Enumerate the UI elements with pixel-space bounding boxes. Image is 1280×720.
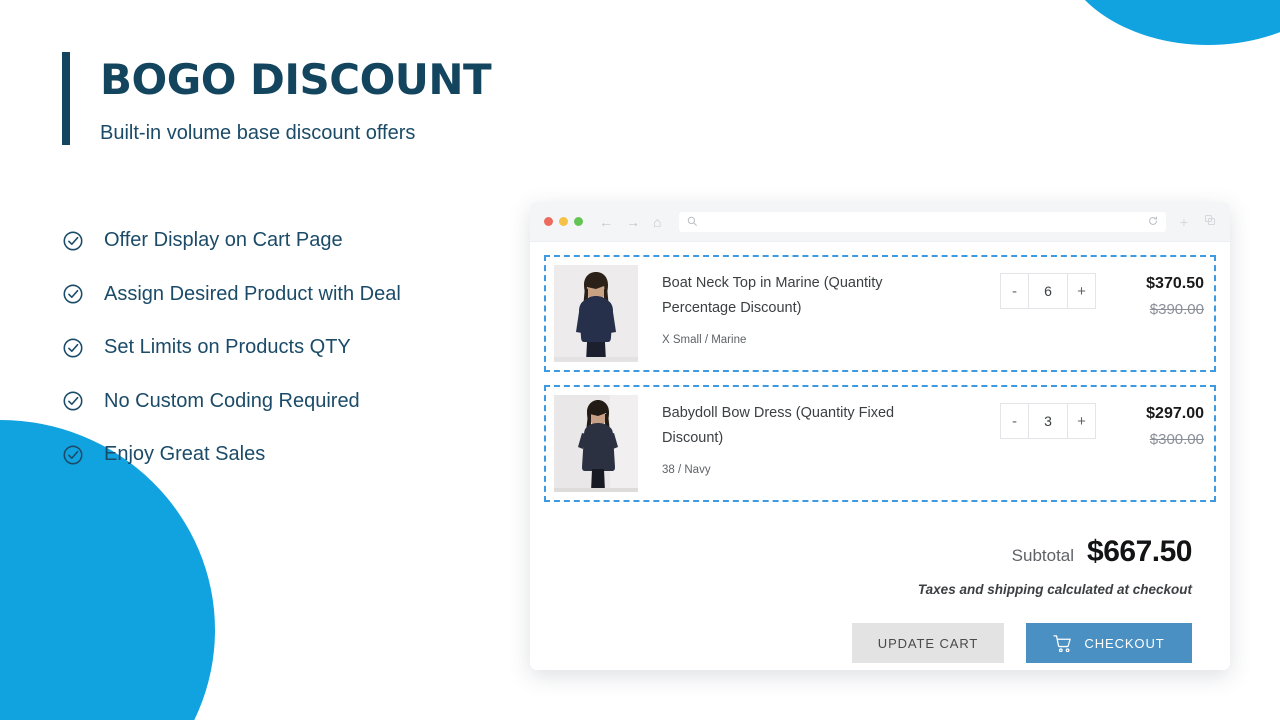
minimize-window-button[interactable] [559, 217, 568, 226]
check-circle-icon [62, 230, 84, 252]
item-info: Boat Neck Top in Marine (Quantity Percen… [638, 265, 1000, 346]
reload-icon[interactable] [1148, 213, 1158, 231]
url-input[interactable] [703, 216, 1148, 227]
item-info: Babydoll Bow Dress (Quantity Fixed Disco… [638, 395, 1000, 476]
boat-neck-top-thumbnail [554, 265, 638, 362]
check-circle-icon [62, 337, 84, 359]
feature-label: No Custom Coding Required [104, 389, 360, 412]
quantity-stepper[interactable]: - 3 + [1000, 403, 1096, 439]
close-window-button[interactable] [544, 217, 553, 226]
browser-toolbar: ← → ⌂ + [530, 202, 1230, 242]
feature-item: Offer Display on Cart Page [62, 214, 502, 268]
title-block: BOGO DISCOUNT Built-in volume base disco… [62, 52, 502, 146]
navigation-icons: ← → ⌂ [599, 215, 661, 229]
update-cart-button[interactable]: UPDATE CART [852, 623, 1004, 663]
window-controls[interactable] [544, 217, 583, 226]
browser-window: ← → ⌂ + Boat Neck Top in Marine (Quantit… [530, 202, 1230, 670]
item-variant: X Small / Marine [662, 333, 747, 346]
cart-actions: UPDATE CART CHECKOUT [544, 623, 1192, 663]
home-icon[interactable]: ⌂ [653, 215, 661, 229]
tax-shipping-note: Taxes and shipping calculated at checkou… [917, 582, 1192, 597]
slide-canvas: BOGO DISCOUNT Built-in volume base disco… [0, 0, 1280, 720]
accent-bar [62, 52, 70, 146]
back-icon[interactable]: ← [599, 215, 613, 229]
feature-item: Enjoy Great Sales [62, 428, 502, 482]
item-variant: 38 / Navy [662, 463, 711, 476]
copy-icon[interactable] [1204, 213, 1216, 231]
cart-totals: Subtotal $667.50 Taxes and shipping calc… [544, 515, 1216, 663]
discounted-price: $370.50 [1146, 275, 1204, 292]
discounted-price: $297.00 [1146, 405, 1204, 422]
cart-item: Boat Neck Top in Marine (Quantity Percen… [544, 255, 1216, 372]
cart-body: Boat Neck Top in Marine (Quantity Percen… [530, 242, 1230, 663]
feature-label: Offer Display on Cart Page [104, 229, 343, 252]
feature-label: Assign Desired Product with Deal [104, 282, 401, 305]
forward-icon[interactable]: → [626, 215, 640, 229]
feature-label: Set Limits on Products QTY [104, 336, 351, 359]
search-icon [687, 213, 698, 231]
toolbar-right-icons: + [1166, 213, 1216, 231]
subtotal-value: $667.50 [1087, 535, 1192, 568]
feature-item: No Custom Coding Required [62, 375, 502, 429]
page-title: BOGO DISCOUNT [100, 55, 492, 104]
new-tab-icon[interactable]: + [1180, 214, 1188, 230]
quantity-value[interactable]: 3 [1028, 404, 1068, 438]
subtotal-label: Subtotal [1011, 546, 1075, 565]
price-column: $297.00 $300.00 [1096, 395, 1204, 448]
feature-item: Set Limits on Products QTY [62, 321, 502, 375]
item-title[interactable]: Boat Neck Top in Marine (Quantity Percen… [662, 271, 952, 322]
item-title[interactable]: Babydoll Bow Dress (Quantity Fixed Disco… [662, 401, 952, 452]
check-circle-icon [62, 444, 84, 466]
quantity-decrement-button[interactable]: - [1001, 404, 1028, 438]
quantity-value[interactable]: 6 [1028, 274, 1068, 308]
feature-item: Assign Desired Product with Deal [62, 268, 502, 322]
shopping-cart-icon [1053, 634, 1072, 652]
checkout-label: CHECKOUT [1084, 635, 1165, 651]
title-texts: BOGO DISCOUNT Built-in volume base disco… [100, 52, 492, 145]
decorative-blob-top-right [1058, 0, 1280, 45]
quantity-increment-button[interactable]: + [1068, 274, 1095, 308]
check-circle-icon [62, 390, 84, 412]
hero-section: BOGO DISCOUNT Built-in volume base disco… [62, 52, 502, 146]
check-circle-icon [62, 283, 84, 305]
quantity-decrement-button[interactable]: - [1001, 274, 1028, 308]
feature-label: Enjoy Great Sales [104, 443, 266, 466]
original-price: $300.00 [1149, 431, 1204, 448]
checkout-button[interactable]: CHECKOUT [1026, 623, 1192, 663]
original-price: $390.00 [1149, 301, 1204, 318]
price-column: $370.50 $390.00 [1096, 265, 1204, 318]
address-bar[interactable] [679, 211, 1166, 232]
babydoll-bow-dress-thumbnail [554, 395, 638, 492]
quantity-stepper[interactable]: - 6 + [1000, 273, 1096, 309]
feature-list: Offer Display on Cart Page Assign Desire… [62, 214, 502, 482]
page-subtitle: Built-in volume base discount offers [100, 122, 416, 145]
maximize-window-button[interactable] [574, 217, 583, 226]
quantity-increment-button[interactable]: + [1068, 404, 1095, 438]
cart-item: Babydoll Bow Dress (Quantity Fixed Disco… [544, 385, 1216, 502]
subtotal-row: Subtotal $667.50 [544, 535, 1193, 569]
